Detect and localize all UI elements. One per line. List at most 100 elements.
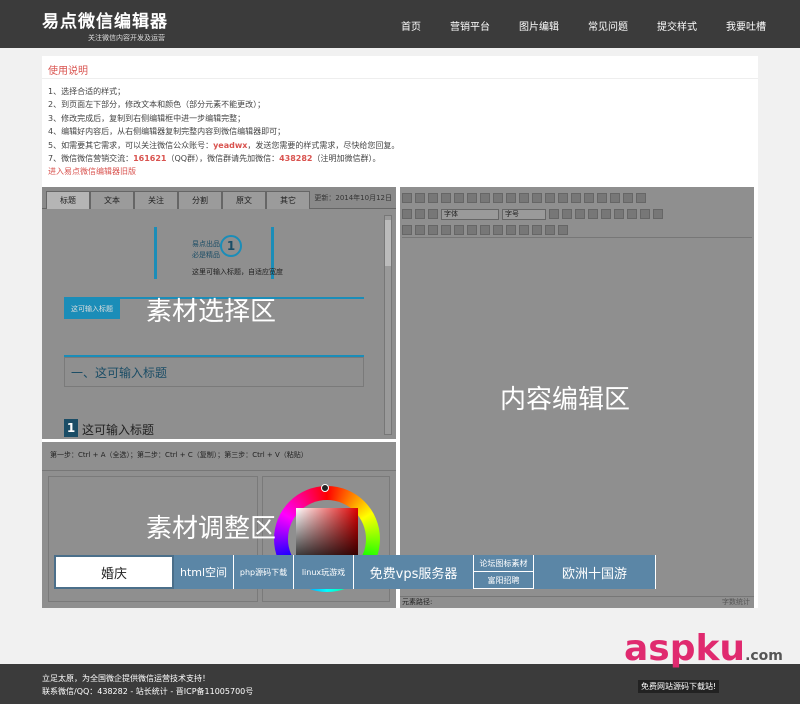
ad-php-source[interactable]: php源码下载 [234,555,294,589]
insert-row-icon[interactable] [467,225,477,235]
date-icon[interactable] [415,225,425,235]
paragraph-icon[interactable] [402,209,412,219]
emotion-icon[interactable] [653,209,663,219]
delete-row-icon[interactable] [480,225,490,235]
insert-col-icon[interactable] [493,225,503,235]
ad-linux-games[interactable]: linux玩游戏 [294,555,354,589]
subscript-icon[interactable] [506,193,516,203]
redo-icon[interactable] [428,193,438,203]
footer-slogan: 立足太原，为全国微企提供微信运营技术支持！ [42,674,210,683]
strikethrough-icon[interactable] [480,193,490,203]
wechat-id: 438282 [279,154,313,164]
split-cells-icon[interactable] [532,225,542,235]
tab-title[interactable]: 标题 [46,191,90,209]
rule-5-suffix: ，发送您需要的样式需求，尽快给您回复。 [247,140,400,150]
preview-icon[interactable] [558,225,568,235]
hue-knob[interactable] [321,484,329,492]
watermark-brand-text: aspku [624,628,746,669]
number-circle: 1 [220,235,242,257]
qq-group-number: 161621 [133,154,167,164]
rule-7-suffix: （注明加微信群）。 [312,154,381,164]
scrollbar-thumb[interactable] [385,220,391,266]
ad-forum-icons[interactable]: 论坛图标素材 [474,555,533,572]
old-version-link[interactable]: 进入易点微信编辑器旧版 [48,167,136,176]
help-title: 使用说明 [48,66,88,77]
special-char-icon[interactable] [441,225,451,235]
title-sample2[interactable]: 这可输入标题 [64,299,120,319]
watermark-tagline: 免费网站源码下载站! [638,680,720,693]
footer-contact[interactable]: 联系微信/QQ：438282 - 站长统计 - 晋ICP备11005700号 [42,686,253,697]
align-right-icon[interactable] [588,209,598,219]
nav-faq[interactable]: 常见问题 [588,18,628,33]
link-icon[interactable] [614,209,624,219]
rule-3: 3、修改完成后，复制到右侧编辑框中进一步编辑完整； [48,113,246,123]
bracket-sample-text: 易点出品 必是精品 [192,239,220,261]
search-replace-icon[interactable] [545,225,555,235]
element-path: 元素路径: [400,596,754,608]
superscript-icon[interactable] [493,193,503,203]
font-color-icon[interactable] [571,193,581,203]
rule-7: 7、微信微信营销交流：161621（QQ群），微信群请先加微信：438282（注… [48,152,748,165]
underline-icon[interactable] [467,193,477,203]
tab-text[interactable]: 文本 [90,191,134,209]
align-left-icon[interactable] [562,209,572,219]
paste-text-icon[interactable] [558,193,568,203]
quote-icon[interactable] [545,193,555,203]
nav-marketing[interactable]: 营销平台 [450,18,490,33]
undo-icon[interactable] [415,193,425,203]
sample1-sub: 这里可输入标题，自适应宽度 [192,268,283,276]
editor-toolbar-row-3 [402,223,752,237]
format-painter-icon[interactable] [532,193,542,203]
rule-2: 2、到页面左下部分，修改文本和颜色（部分元素不能更改）； [48,100,266,110]
main-nav: 首页 营销平台 图片编辑 常见问题 提交样式 我要吐槽 [372,18,766,33]
image-icon[interactable] [640,209,650,219]
justify-icon[interactable] [601,209,611,219]
eraser-icon[interactable] [519,193,529,203]
steps-divider [42,470,396,471]
site-logo[interactable]: 易点微信编辑器 关注微信内容开发及运营 [42,7,168,43]
material-select-panel: 标题 文本 关注 分割 原文 其它 更新：2014年10月12日 易点出品 必是精… [42,187,396,439]
indent-icon[interactable] [549,209,559,219]
html-icon[interactable] [402,193,412,203]
delete-col-icon[interactable] [506,225,516,235]
nav-feedback[interactable]: 我要吐槽 [726,18,766,33]
ad-fuyang-jobs[interactable]: 富阳招聘 [474,572,533,589]
ad-wedding[interactable]: 婚庆 [54,555,174,589]
font-size-select[interactable]: 字号 [502,208,546,220]
rule-7-prefix: 7、微信微信营销交流： [48,154,134,164]
title-sample4[interactable]: 这可输入标题 [82,421,154,438]
tab-original[interactable]: 原文 [222,191,266,209]
help-rules: 1、选择合适的样式； 2、到页面左下部分，修改文本和颜色（部分元素不能更改）； … [48,85,748,179]
ad-free-vps[interactable]: 免费vps服务器 [354,555,474,589]
font-family-select[interactable]: 字体 [441,208,499,220]
sample1-line2: 必是精品 [192,251,220,259]
time-icon[interactable] [428,225,438,235]
ordered-list-icon[interactable] [597,193,607,203]
unordered-list-icon[interactable] [610,193,620,203]
ad-html-space[interactable]: html空间 [174,555,234,589]
update-date: 更新：2014年10月12日 [314,194,392,202]
tab-other[interactable]: 其它 [266,191,310,209]
italic-icon[interactable] [454,193,464,203]
bold-icon[interactable] [441,193,451,203]
title-sample3[interactable]: 一、这可输入标题 [64,357,364,387]
highlight-icon[interactable] [584,193,594,203]
nav-image-edit[interactable]: 图片编辑 [519,18,559,33]
copy-steps: 第一步：Ctrl + A（全选）；第二步：Ctrl + C（复制）；第三步：Ct… [50,451,308,459]
nav-home[interactable]: 首页 [401,18,421,33]
align-center-icon[interactable] [575,209,585,219]
ad-europe-tour[interactable]: 欧洲十国游 [534,555,656,589]
rule-5-prefix: 5、如需要其它需求，可以关注微信公众账号： [48,140,214,150]
tab-follow[interactable]: 关注 [134,191,178,209]
nav-submit-style[interactable]: 提交样式 [657,18,697,33]
clear-doc-icon[interactable] [636,193,646,203]
merge-cells-icon[interactable] [519,225,529,235]
material-scrollbar[interactable] [384,215,392,435]
horizontal-rule-icon[interactable] [402,225,412,235]
tab-divider[interactable]: 分割 [178,191,222,209]
line-height-icon[interactable] [415,209,425,219]
unlink-icon[interactable] [627,209,637,219]
table-icon[interactable] [454,225,464,235]
row-spacing-icon[interactable] [428,209,438,219]
select-all-icon[interactable] [623,193,633,203]
